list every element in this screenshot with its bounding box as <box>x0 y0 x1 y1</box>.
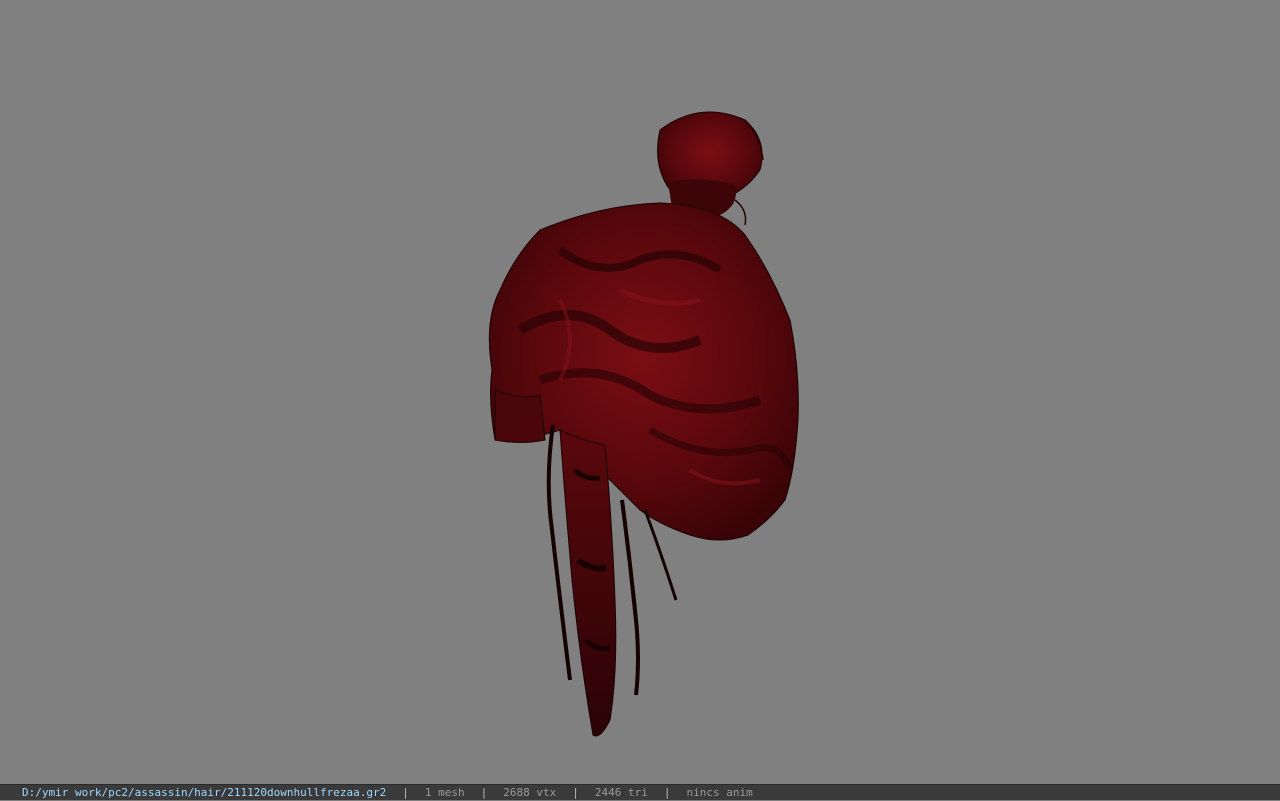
status-vertex-count: 2688 vtx <box>503 785 557 799</box>
hair-main-mass <box>488 202 799 541</box>
status-anim: nincs anim <box>686 785 753 799</box>
status-triangle-count: 2446 tri <box>594 785 648 799</box>
status-separator: | <box>663 785 671 799</box>
3d-viewport[interactable] <box>0 0 1280 784</box>
status-mesh-count: 1 mesh <box>424 785 465 799</box>
hair-side-flap <box>494 389 546 443</box>
status-separator: | <box>402 785 409 799</box>
status-separator: | <box>572 785 579 799</box>
hair-model[interactable] <box>0 0 1280 784</box>
status-file-path: D:/ymir work/pc2/assassin/hair/211120dow… <box>22 785 387 799</box>
hair-strand-right <box>620 499 640 696</box>
status-bar: D:/ymir work/pc2/assassin/hair/211120dow… <box>0 784 1280 800</box>
status-separator: | <box>480 785 488 799</box>
